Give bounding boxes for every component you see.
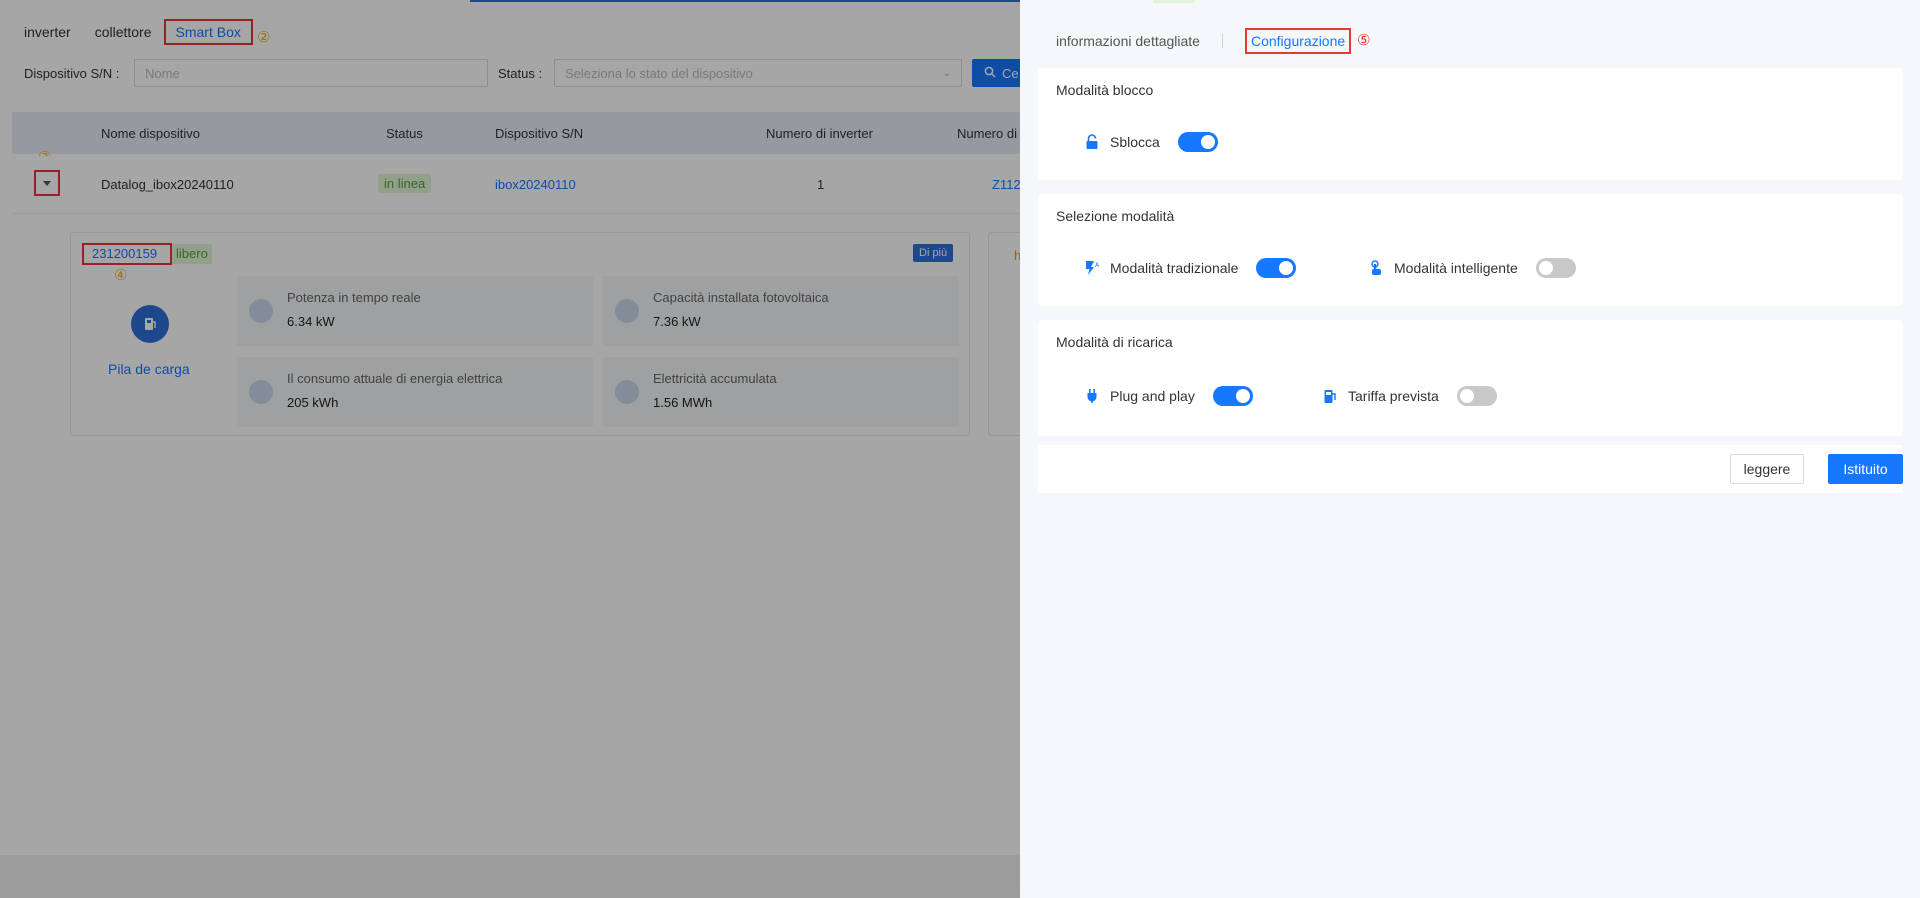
traditional-mode-label: Modalità tradizionale: [1110, 260, 1239, 276]
mode-selection-section: Selezione modalità A Modalità tradiziona…: [1038, 194, 1903, 306]
toggle-knob: [1459, 389, 1474, 403]
traditional-mode-option: A Modalità tradizionale: [1084, 258, 1297, 278]
svg-text:A: A: [1095, 262, 1100, 269]
toggle-knob: [1279, 261, 1294, 275]
scheduled-tariff-option: Tariffa prevista: [1322, 386, 1497, 406]
step-marker-5: ⑤: [1357, 32, 1371, 49]
touch-icon: [1368, 260, 1384, 276]
config-drawer: informazioni dettagliate Configurazione …: [1020, 0, 1920, 898]
charging-mode-section: Modalità di ricarica Plug and play Tarif…: [1038, 320, 1903, 436]
smart-mode-label: Modalità intelligente: [1394, 260, 1518, 276]
flash-auto-icon: A: [1084, 260, 1100, 276]
plug-icon: [1084, 388, 1100, 404]
unlock-toggle[interactable]: [1177, 132, 1218, 152]
mode-selection-title: Selezione modalità: [1056, 208, 1175, 224]
unlock-option: Sblocca: [1084, 132, 1218, 152]
smart-mode-option: Modalità intelligente: [1368, 258, 1576, 278]
tab-configuration[interactable]: Configurazione: [1244, 28, 1352, 54]
read-button[interactable]: leggere: [1730, 454, 1804, 484]
fuel-pump-icon: [1322, 388, 1338, 404]
lock-icon: [1084, 134, 1100, 150]
scheduled-tariff-label: Tariffa prevista: [1348, 388, 1439, 404]
plug-and-play-toggle[interactable]: [1212, 386, 1253, 406]
smart-mode-toggle[interactable]: [1535, 258, 1576, 278]
lock-mode-title: Modalità blocco: [1056, 82, 1154, 98]
traditional-mode-toggle[interactable]: [1256, 258, 1297, 278]
tab-divider: [1221, 34, 1223, 48]
tab-detailed-info[interactable]: informazioni dettagliate: [1056, 33, 1200, 49]
unlock-label: Sblocca: [1110, 134, 1160, 150]
toggle-knob: [1235, 389, 1250, 403]
plug-and-play-label: Plug and play: [1110, 388, 1195, 404]
modal-overlay-mask[interactable]: [0, 0, 1020, 898]
lock-mode-section: Modalità blocco Sblocca: [1038, 68, 1903, 180]
set-button[interactable]: Istituito: [1828, 454, 1903, 484]
drawer-footer: leggere Istituito: [1038, 445, 1903, 493]
overlay-bottom-band: [0, 855, 1020, 898]
charging-mode-title: Modalità di ricarica: [1056, 334, 1173, 350]
drawer-top-mark: [1153, 0, 1195, 3]
scheduled-tariff-toggle[interactable]: [1456, 386, 1497, 406]
drawer-tabs: informazioni dettagliate Configurazione: [1056, 28, 1352, 54]
plug-and-play-option: Plug and play: [1084, 386, 1253, 406]
toggle-knob: [1538, 261, 1553, 275]
toggle-knob: [1200, 135, 1215, 149]
